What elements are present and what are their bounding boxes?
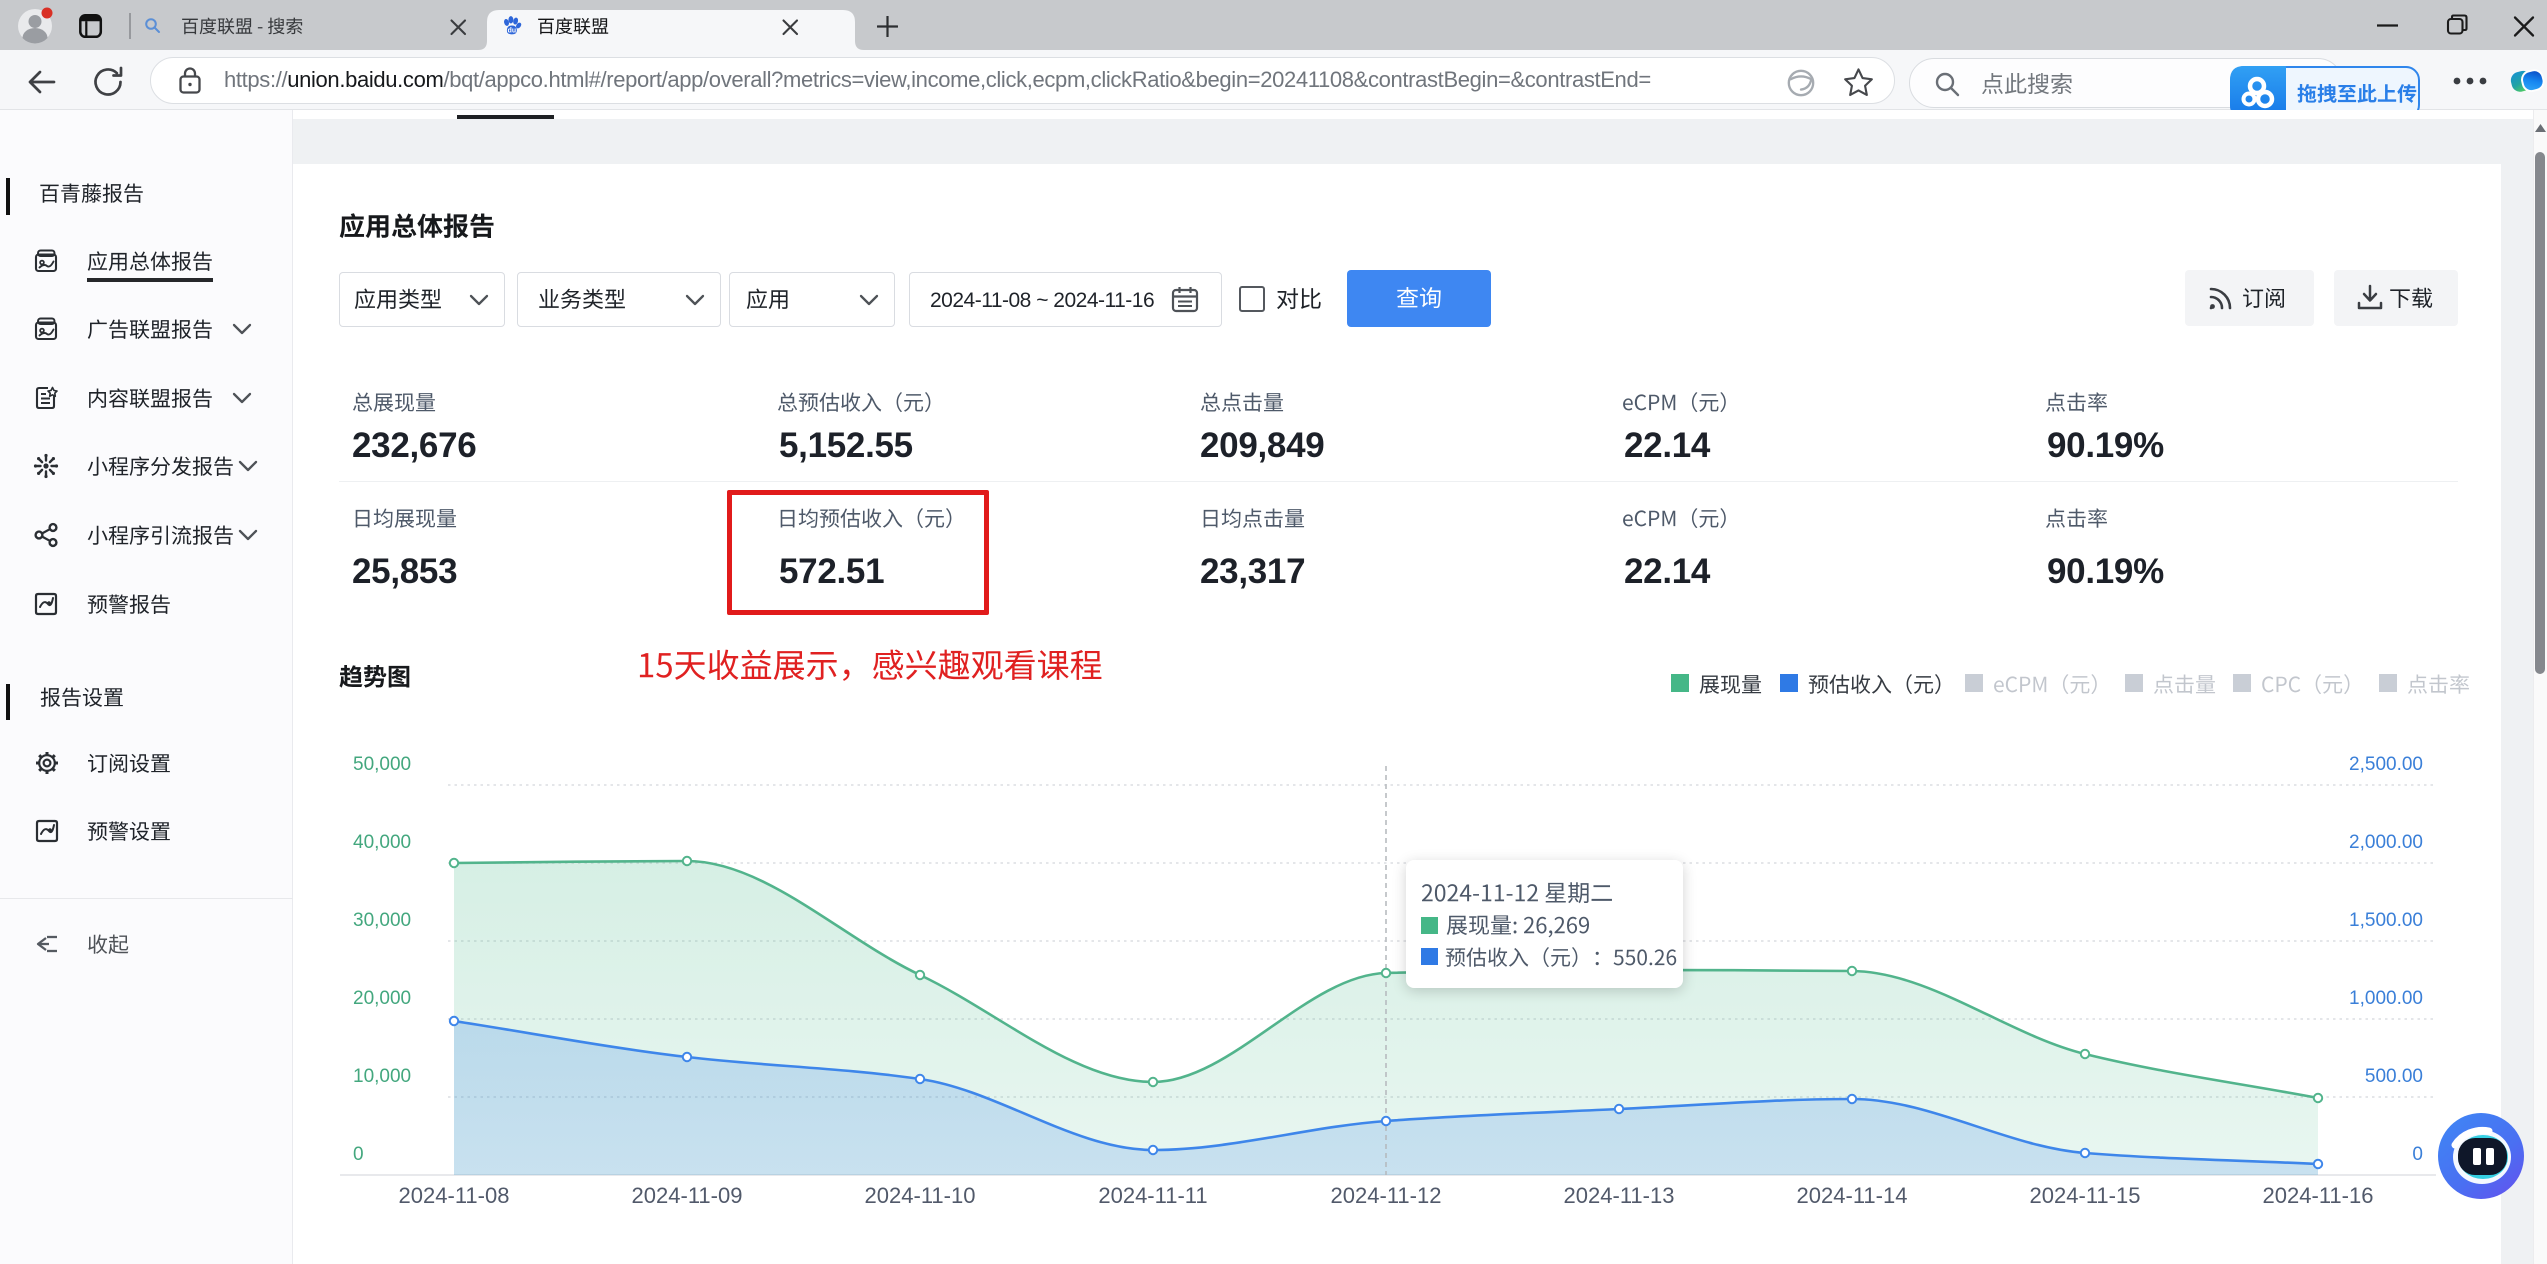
svg-text:2024-11-09: 2024-11-09	[632, 1183, 743, 1208]
svg-text:2024-11-13: 2024-11-13	[1564, 1183, 1675, 1208]
svg-text:2024-11-14: 2024-11-14	[1797, 1183, 1908, 1208]
svg-text:2024-11-15: 2024-11-15	[2030, 1183, 2141, 1208]
svg-text:0: 0	[353, 1144, 364, 1165]
svg-text:2024-11-08: 2024-11-08	[399, 1183, 510, 1208]
svg-text:10,000: 10,000	[353, 1066, 411, 1087]
svg-text:50,000: 50,000	[353, 754, 411, 775]
svg-text:1,500.00: 1,500.00	[2349, 910, 2423, 931]
svg-text:0: 0	[2412, 1144, 2423, 1165]
svg-text:40,000: 40,000	[353, 832, 411, 853]
svg-text:2024-11-11: 2024-11-11	[1098, 1183, 1207, 1208]
svg-text:30,000: 30,000	[353, 910, 411, 931]
svg-text:2024-11-10: 2024-11-10	[865, 1183, 976, 1208]
svg-text:2024-11-16: 2024-11-16	[2263, 1183, 2374, 1208]
svg-text:20,000: 20,000	[353, 988, 411, 1009]
svg-text:2,000.00: 2,000.00	[2349, 832, 2423, 853]
svg-text:500.00: 500.00	[2365, 1066, 2423, 1087]
svg-text:2,500.00: 2,500.00	[2349, 754, 2423, 775]
svg-text:du: du	[508, 27, 516, 34]
svg-text:2024-11-12: 2024-11-12	[1331, 1183, 1442, 1208]
svg-text:1,000.00: 1,000.00	[2349, 988, 2423, 1009]
